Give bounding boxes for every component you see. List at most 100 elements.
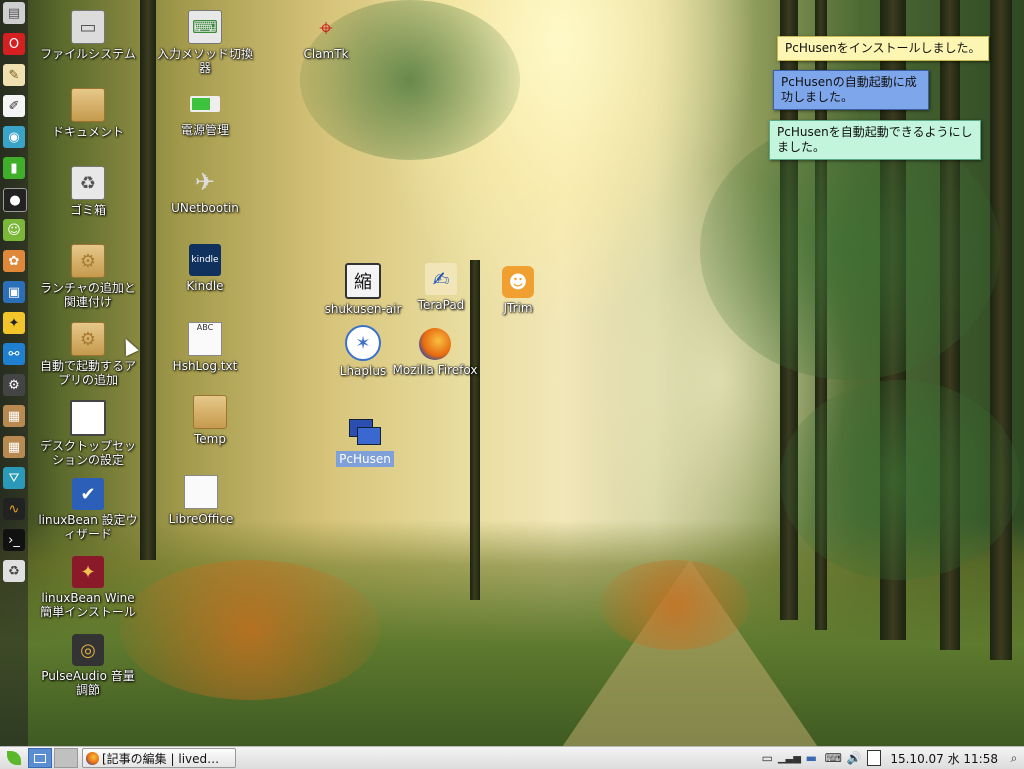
gear-icon[interactable]: ⚙ <box>3 374 25 396</box>
drive-icon: ▭ <box>71 10 105 44</box>
install-icon[interactable]: ⛛ <box>3 467 25 489</box>
icon-label: Temp <box>194 432 226 446</box>
wallpaper-fern <box>600 560 750 650</box>
wallpaper-fern <box>120 560 380 700</box>
android-icon[interactable]: ☺ <box>3 219 25 241</box>
green-app-icon[interactable]: ▮ <box>3 157 25 179</box>
keyboard-icon: ⌨ <box>188 10 222 44</box>
desktop-icon-session[interactable]: デスクトップセッションの設定 <box>33 400 143 467</box>
icon-label: ランチャの追加と関連付け <box>40 281 136 309</box>
kindle-icon: kindle <box>189 244 221 276</box>
icon-label: Mozilla Firefox <box>392 363 478 377</box>
arrow-icon: ✶ <box>345 325 381 361</box>
clipboard-icon[interactable] <box>864 749 884 767</box>
battery-icon[interactable]: ▭ <box>756 749 778 767</box>
desktop-icon-hshlog[interactable]: ABC HshLog.txt <box>150 322 260 373</box>
shuku-icon: 縮 <box>345 263 381 299</box>
network-icon[interactable]: ⚯ <box>3 343 25 365</box>
desktop-icon-pchusen[interactable]: PcHusen <box>310 416 420 467</box>
smile-icon: ☻ <box>502 266 534 298</box>
task-label: [記事の編集 | lived… <box>102 751 220 766</box>
desktop-icon-launcher[interactable]: ⚙ ランチャの追加と関連付け <box>33 244 143 309</box>
opera-icon[interactable]: O <box>3 33 25 55</box>
folder-icon <box>71 88 105 122</box>
camera-icon[interactable]: ● <box>3 188 27 212</box>
notification-text: PcHusenを自動起動できるようにしました。 <box>777 125 973 154</box>
icon-label: UNetbootin <box>171 201 239 215</box>
icon-label: ドキュメント <box>51 125 124 139</box>
window-icon <box>70 400 106 436</box>
desktop-icon-clamtk[interactable]: ⌖ ClamTk <box>271 12 381 61</box>
notification-installed[interactable]: PcHusenをインストールしました。 <box>777 36 989 61</box>
terminal-icon[interactable]: ›_ <box>3 529 25 551</box>
icon-label: 電源管理 <box>180 123 229 137</box>
icon-label: ClamTk <box>303 47 349 61</box>
workspace-button[interactable] <box>54 748 78 768</box>
desktop-icon-firefox[interactable]: Mozilla Firefox <box>380 328 490 377</box>
desktop-icon-documents[interactable]: ドキュメント <box>33 88 143 139</box>
notification-text: PcHusenをインストールしました。 <box>785 41 981 55</box>
icon-label: デスクトップセッションの設定 <box>39 439 136 467</box>
show-desktop-button[interactable] <box>28 748 52 768</box>
package-icon[interactable]: ▦ <box>3 405 25 427</box>
trash-icon[interactable]: ♻ <box>3 560 25 582</box>
firefox-icon <box>86 751 99 765</box>
checkbox-icon: ✔ <box>72 478 104 510</box>
desktop-icon-filesystem[interactable]: ▭ ファイルシステム <box>33 10 143 61</box>
pen-icon: ✍ <box>425 263 457 295</box>
desktop-icon-kindle[interactable]: kindle Kindle <box>150 244 260 293</box>
text-file-icon: ABC <box>188 322 222 356</box>
chat-icon[interactable]: ✦ <box>3 312 25 334</box>
notes-icon[interactable]: ✎ <box>3 64 25 86</box>
desktop-icon-temp[interactable]: Temp <box>155 395 265 446</box>
icon-label: 自動で起動するアプリの追加 <box>40 359 137 387</box>
notification-autostart-enabled[interactable]: PcHusenを自動起動できるようにしました。 <box>769 120 981 160</box>
notification-text: PcHusenの自動起動に成功しました。 <box>781 75 917 104</box>
signal-icon[interactable]: ▁▃▅ <box>778 749 801 767</box>
target-icon: ⌖ <box>319 14 333 42</box>
notification-autostart-success[interactable]: PcHusenの自動起動に成功しました。 <box>773 70 929 110</box>
icon-label: JTrim <box>503 301 533 315</box>
task-button-blog-editor[interactable]: [記事の編集 | lived… <box>82 748 236 768</box>
icon-label: ゴミ箱 <box>69 203 106 217</box>
wallpaper-trunk <box>990 0 1012 660</box>
desktop-icon-input-method[interactable]: ⌨ 入力メソッド切換器 <box>150 10 260 75</box>
taskbar: [記事の編集 | lived… ▭ ▁▃▅ ▬ ⌨ 🔊 15.10.07 水 1… <box>0 746 1024 769</box>
folder-gear-icon: ⚙ <box>71 322 105 356</box>
files-icon[interactable]: ▤ <box>3 2 25 24</box>
icon-label: linuxBean Wine簡単インストール <box>40 591 136 619</box>
desktop-icon-power[interactable]: 電源管理 <box>150 88 260 137</box>
document-icon <box>184 475 218 509</box>
desktop-icon-setup-wizard[interactable]: ✔ linuxBean 設定ウィザード <box>33 478 143 541</box>
package-icon[interactable]: ▦ <box>3 436 25 458</box>
keyboard-icon[interactable]: ⌨ <box>822 749 844 767</box>
icon-label: ファイルシステム <box>40 47 136 61</box>
search-icon[interactable]: ⌕ <box>1004 749 1024 767</box>
desktop-icon-trash[interactable]: ♻ ゴミ箱 <box>33 166 143 217</box>
icon-label: 入力メソッド切換器 <box>157 47 254 75</box>
clock[interactable]: 15.10.07 水 11:58 <box>884 749 1004 767</box>
desktop-icon-jtrim[interactable]: ☻ JTrim <box>463 266 573 315</box>
volume-icon[interactable]: 🔊 <box>844 749 864 767</box>
icon-label: Kindle <box>186 279 224 293</box>
leaf-menu-icon[interactable] <box>2 749 26 767</box>
folder-icon <box>193 395 227 429</box>
firefox-icon <box>419 328 451 360</box>
icon-label: LibreOffice <box>168 512 234 526</box>
folder-gear-icon: ⚙ <box>71 244 105 278</box>
wine-icon: ✦ <box>72 556 104 588</box>
desktop-icon-libreoffice[interactable]: LibreOffice <box>146 475 256 526</box>
paint-icon[interactable]: ✿ <box>3 250 25 272</box>
icon-label: linuxBean 設定ウィザード <box>38 513 138 541</box>
image-viewer-icon[interactable]: ▣ <box>3 281 25 303</box>
trash-icon: ♻ <box>71 166 105 200</box>
desktop-icon-unetbootin[interactable]: ✈ UNetbootin <box>150 166 260 215</box>
desktop-icon-wine[interactable]: ✦ linuxBean Wine簡単インストール <box>33 556 143 619</box>
battery-icon <box>189 88 221 120</box>
desktop-icon-pulseaudio[interactable]: ◎ PulseAudio 音量調節 <box>33 634 143 697</box>
monitor-icon[interactable]: ∿ <box>3 498 25 520</box>
removable-drive-icon[interactable]: ▬ <box>800 749 822 767</box>
people-icon[interactable]: ◉ <box>3 126 25 148</box>
icon-label: PcHusen <box>336 451 394 467</box>
editor-icon[interactable]: ✐ <box>3 95 25 117</box>
